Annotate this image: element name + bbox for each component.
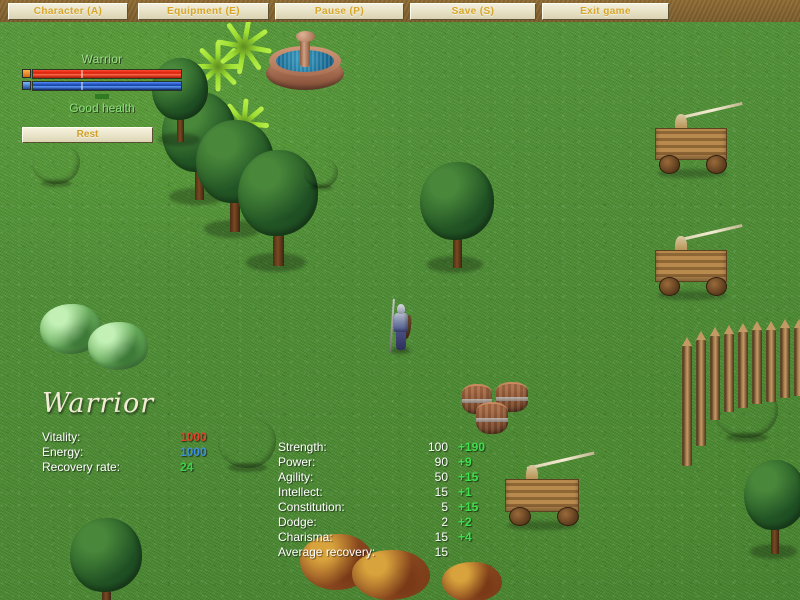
attribute-row-power: Power: 90 +9 [278,455,548,470]
health-bar-track [32,68,182,79]
stat-label: Recovery rate: [42,460,121,474]
attributes-list: Strength: 100 +190 Power: 90 +9 Agility:… [278,440,548,560]
hero-knight-sprite[interactable] [388,299,414,354]
light-bush-sprite [88,322,148,370]
menu-pause-button[interactable]: Pause (P) [275,3,404,20]
energy-bar-row [22,80,182,91]
character-sheet-title: Warrior [42,388,155,419]
attribute-base: 15 [434,485,448,499]
stat-row-recovery-rate: Recovery rate: 24 [42,460,257,475]
health-bar-fill [33,69,181,78]
attribute-base: 100 [427,440,448,454]
attribute-label: Power: [278,455,316,469]
menu-save-button[interactable]: Save (S) [410,3,536,20]
energy-icon [22,81,31,90]
stat-value: 1000 [180,445,207,459]
cart-wheel [658,155,680,174]
attribute-label: Average recovery: [278,545,376,559]
attribute-label: Strength: [278,440,327,454]
menu-character-button[interactable]: Character (A) [8,3,128,20]
attribute-base: 50 [434,470,448,484]
ballista-beam [676,223,743,242]
attribute-label: Intellect: [278,485,323,499]
stat-row-energy: Energy: 1000 [42,445,257,460]
fountain-sprite[interactable] [266,31,344,90]
tree-sprite [70,518,142,600]
fountain-finial [295,31,316,42]
stat-row-vitality: Vitality: 1000 [42,430,257,445]
attribute-base: 15 [434,545,448,559]
primary-stats-list: Vitality: 1000 Energy: 1000 Recovery rat… [42,430,257,475]
energy-bar-track [32,80,182,91]
attribute-bonus: +15 [458,500,479,514]
hero-status-panel: Warrior Good health Rest [22,52,182,143]
tree-sprite [744,460,800,559]
attribute-label: Agility: [278,470,314,484]
palisade-fence-sprite [680,319,800,468]
ballista-beam [676,101,743,120]
attribute-base: 2 [441,515,448,529]
attribute-row-agility: Agility: 50 +15 [278,470,548,485]
attribute-bonus: +2 [458,515,472,529]
stat-label: Vitality: [42,430,81,444]
stat-label: Energy: [42,445,84,459]
attribute-base: 15 [434,530,448,544]
hero-legs [395,330,407,350]
health-icon [22,69,31,78]
attribute-label: Dodge: [278,515,317,529]
attribute-row-constitution: Constitution: 5 +15 [278,500,548,515]
attribute-row-strength: Strength: 100 +190 [278,440,548,455]
status-hero-name: Warrior [81,52,123,66]
attribute-label: Constitution: [278,500,345,514]
health-bar-row [22,68,182,79]
attribute-bonus: +1 [458,485,472,499]
stat-value: 1000 [180,430,207,444]
attribute-row-average-recovery: Average recovery: 15 [278,545,548,560]
attribute-base: 5 [441,500,448,514]
autumn-bush-sprite [442,562,502,600]
yellow-bush-sprite [32,142,80,184]
health-status-text: Good health [69,101,135,115]
game-world-viewport[interactable]: Warrior Good health Rest Warrior Vitalit… [0,22,800,600]
top-menu-bar: Character (A) Equipment (E) Pause (P) Sa… [0,0,800,22]
attribute-label: Charisma: [278,530,333,544]
attribute-bonus: +15 [458,470,479,484]
barrel [476,402,508,434]
status-indicator-mark [95,94,109,99]
ballista-cart-sprite[interactable] [652,101,743,178]
stat-value: 24 [180,460,194,474]
palm-plant-sprite [215,22,273,75]
ballista-cart-sprite[interactable] [652,223,743,300]
attribute-bonus: +190 [458,440,486,454]
menu-exit-game-button[interactable]: Exit game [542,3,669,20]
attribute-base: 90 [434,455,448,469]
cart-wheel [658,277,680,296]
barrel-stack-sprite[interactable] [460,380,532,436]
hero-head [396,304,406,315]
hero-torso [393,313,409,332]
rest-button[interactable]: Rest [22,127,153,143]
attribute-row-dodge: Dodge: 2 +2 [278,515,548,530]
energy-bar-fill [33,81,181,90]
game-screen: Character (A) Equipment (E) Pause (P) Sa… [0,0,800,600]
attribute-bonus: +9 [458,455,472,469]
attribute-row-intellect: Intellect: 15 +1 [278,485,548,500]
tree-sprite [420,162,494,274]
yellow-bush-sprite [304,158,338,188]
attribute-bonus: +4 [458,530,472,544]
attribute-row-charisma: Charisma: 15 +4 [278,530,548,545]
menu-equipment-button[interactable]: Equipment (E) [138,3,269,20]
